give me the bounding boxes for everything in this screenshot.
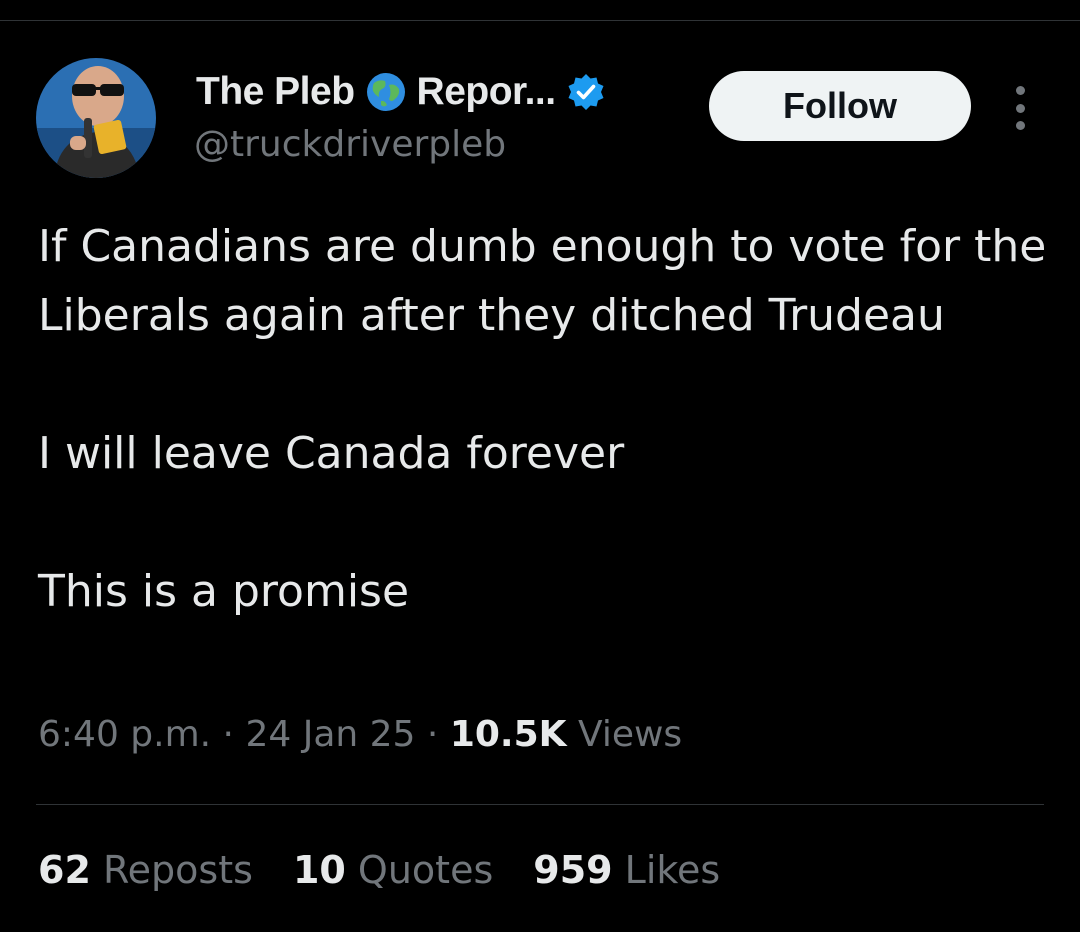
quotes-stat[interactable]: 10 Quotes xyxy=(293,848,493,892)
follow-button[interactable]: Follow xyxy=(709,71,971,141)
views-count: 10.5K xyxy=(449,714,567,755)
tweet-time[interactable]: 6:40 p.m. xyxy=(38,714,211,755)
tweet-date[interactable]: 24 Jan 25 xyxy=(245,714,415,755)
likes-count: 959 xyxy=(533,848,613,892)
stats-divider xyxy=(36,804,1044,805)
quotes-count: 10 xyxy=(292,848,346,892)
reposts-stat[interactable]: 62 Reposts xyxy=(38,848,253,892)
globe-icon xyxy=(365,71,407,113)
likes-label: Likes xyxy=(624,848,721,892)
more-dot xyxy=(1015,121,1025,130)
meta-separator: · xyxy=(426,714,439,755)
author-handle[interactable]: @truckdriverpleb xyxy=(194,124,506,165)
more-options-icon[interactable] xyxy=(1006,86,1034,130)
engagement-stats: 62 Reposts 10 Quotes 959 Likes xyxy=(38,848,720,892)
tweet-paragraph: If Canadians are dumb enough to vote for… xyxy=(38,221,1047,341)
avatar[interactable] xyxy=(36,58,156,178)
reposts-count: 62 xyxy=(38,848,91,892)
views-label: Views xyxy=(577,714,683,755)
user-avatar-image xyxy=(36,58,156,178)
more-dot xyxy=(1015,86,1025,95)
top-divider xyxy=(0,20,1080,21)
reposts-label: Reposts xyxy=(102,848,253,892)
tweet-paragraph: This is a promise xyxy=(38,566,410,617)
meta-separator: · xyxy=(222,714,234,755)
likes-stat[interactable]: 959 Likes xyxy=(533,848,720,892)
author-name-part2[interactable]: Repor... xyxy=(417,70,557,114)
tweet-text: If Canadians are dumb enough to vote for… xyxy=(38,212,1048,626)
author-name-row[interactable]: The Pleb Repor... xyxy=(196,66,606,118)
author-name-part1[interactable]: The Pleb xyxy=(196,70,355,114)
quotes-label: Quotes xyxy=(357,848,494,892)
verified-badge-icon xyxy=(566,72,606,112)
tweet-meta: 6:40 p.m. · 24 Jan 25 · 10.5K Views xyxy=(38,714,682,755)
tweet-paragraph: I will leave Canada forever xyxy=(38,428,625,479)
more-dot xyxy=(1015,103,1025,113)
